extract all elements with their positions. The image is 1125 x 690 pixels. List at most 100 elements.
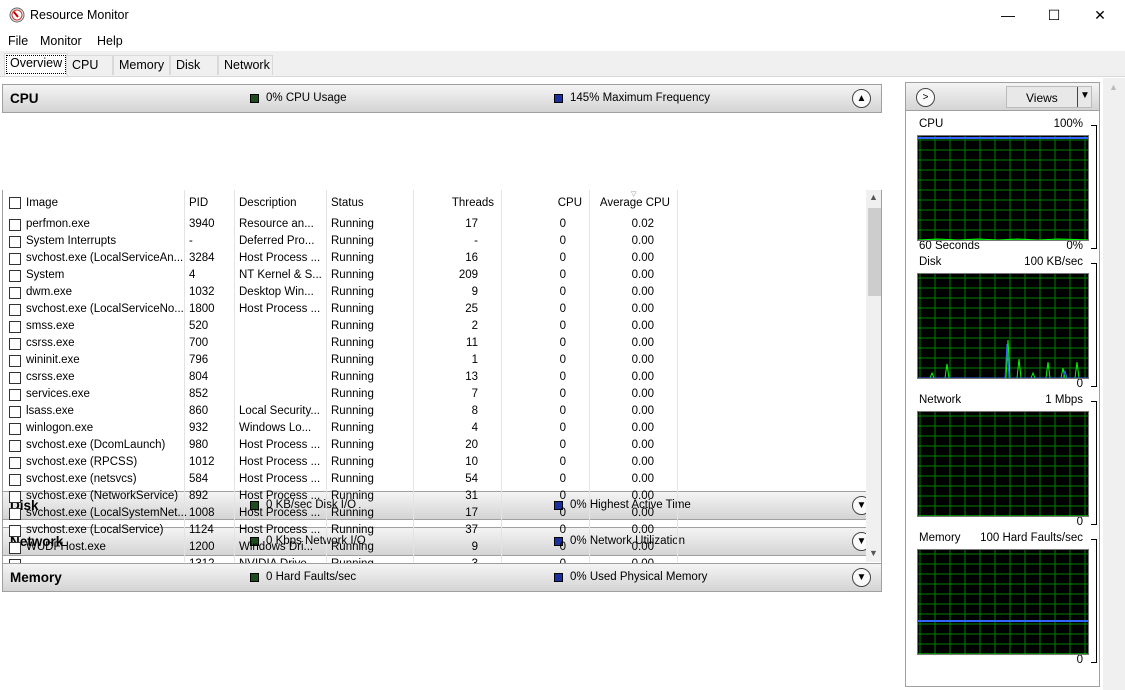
row-checkbox[interactable]	[9, 389, 21, 401]
table-row[interactable]: 1312 NVIDIA Drive... Running 3 0 0.00	[3, 557, 865, 564]
row-checkbox[interactable]	[9, 219, 21, 231]
row-checkbox[interactable]	[9, 559, 21, 563]
table-row[interactable]: svchost.exe (DcomLaunch) 980 Host Process …	[3, 438, 865, 455]
row-checkbox[interactable]	[9, 440, 21, 452]
tab-cpu[interactable]: CPU	[66, 55, 113, 75]
column-header-image[interactable]: Image	[26, 197, 58, 209]
row-checkbox[interactable]	[9, 474, 21, 486]
cell-image: lsass.exe	[26, 405, 74, 417]
cell-description: Host Process ...	[239, 456, 321, 468]
row-checkbox[interactable]	[9, 406, 21, 418]
expand-icon[interactable]: ▼	[852, 568, 871, 587]
table-row[interactable]: System 4 NT Kernel & S... Running 209 0 0.00	[3, 268, 865, 285]
row-checkbox[interactable]	[9, 338, 21, 350]
pane-scrollbar[interactable]: ▲	[1103, 78, 1125, 690]
cpu-section-header[interactable]: CPU 0% CPU Usage 145% Maximum Frequency …	[2, 84, 882, 113]
row-checkbox[interactable]	[9, 304, 21, 316]
table-row[interactable]: WUDFHost.exe 1200 Windows Dri... Running 9 0 0…	[3, 540, 865, 557]
table-scrollbar[interactable]: ▲ ▼	[866, 190, 881, 562]
cell-threads: 209	[458, 269, 478, 281]
table-row[interactable]: winlogon.exe 932 Windows Lo... Running 4 0 0.0…	[3, 421, 865, 438]
table-row[interactable]: perfmon.exe 3940 Resource an... Running 17 0 0…	[3, 217, 865, 234]
column-header-status[interactable]: Status	[331, 197, 364, 209]
table-row[interactable]: svchost.exe (LocalServiceNo... 1800 Host P…	[3, 302, 865, 319]
column-header-threads[interactable]: Threads	[452, 197, 494, 209]
cell-cpu: 0	[559, 218, 566, 230]
row-checkbox[interactable]	[9, 457, 21, 469]
collapse-icon[interactable]: ▲	[852, 89, 871, 108]
expand-pane-icon[interactable]: >	[916, 88, 935, 107]
row-checkbox[interactable]	[9, 508, 21, 520]
row-checkbox[interactable]	[9, 236, 21, 248]
menu-help[interactable]: Help	[97, 34, 123, 48]
table-row[interactable]: svchost.exe (LocalServiceAn... 3284 Host P…	[3, 251, 865, 268]
cell-image: services.exe	[26, 388, 90, 400]
table-row[interactable]: System Interrupts - Deferred Pro... Running…	[3, 234, 865, 251]
tab-disk[interactable]: Disk	[170, 55, 218, 75]
cell-description: Host Process ...	[239, 524, 321, 536]
cell-threads: 54	[465, 473, 478, 485]
cell-threads: 8	[471, 405, 478, 417]
memory-graph	[917, 549, 1089, 655]
cpu-graph-max: 100%	[1053, 118, 1083, 130]
cell-cpu: 0	[559, 456, 566, 468]
dropdown-arrow-icon[interactable]: ▼	[1080, 90, 1090, 101]
table-row[interactable]: lsass.exe 860 Local Security... Running 8 0 0.…	[3, 404, 865, 421]
row-checkbox[interactable]	[9, 372, 21, 384]
row-checkbox[interactable]	[9, 253, 21, 265]
cell-image: System Interrupts	[26, 235, 117, 247]
scrollbar-thumb[interactable]	[868, 208, 881, 296]
table-row[interactable]: wininit.exe 796 Running 1 0 0.00	[3, 353, 865, 370]
tab-memory[interactable]: Memory	[113, 55, 170, 75]
row-checkbox[interactable]	[9, 287, 21, 299]
minimize-button[interactable]: —	[985, 0, 1031, 31]
table-row[interactable]: dwm.exe 1032 Desktop Win... Running 9 0 0.00	[3, 285, 865, 302]
table-row[interactable]: services.exe 852 Running 7 0 0.00	[3, 387, 865, 404]
memory-section-title: Memory	[10, 570, 62, 585]
cell-status: Running	[331, 558, 374, 564]
table-row[interactable]: svchost.exe (LocalService) 1124 Host Proce…	[3, 523, 865, 540]
menu-monitor[interactable]: Monitor	[40, 34, 82, 48]
table-row[interactable]: svchost.exe (RPCSS) 1012 Host Process ... R…	[3, 455, 865, 472]
row-checkbox[interactable]	[9, 491, 21, 503]
maximize-button[interactable]: ☐	[1031, 0, 1077, 31]
row-checkbox[interactable]	[9, 355, 21, 367]
table-row[interactable]: csrss.exe 700 Running 11 0 0.00	[3, 336, 865, 353]
close-button[interactable]: ✕	[1077, 0, 1123, 31]
column-header-average-cpu[interactable]: Average CPU	[600, 197, 670, 209]
network-graph-max: 1 Mbps	[1045, 394, 1083, 406]
table-row[interactable]: svchost.exe (NetworkService) 892 Host Proc…	[3, 489, 865, 506]
menu-file[interactable]: File	[8, 34, 28, 48]
cell-average-cpu: 0.00	[631, 354, 654, 366]
column-header-pid[interactable]: PID	[189, 197, 208, 209]
cell-image: svchost.exe (NetworkService)	[26, 490, 179, 502]
table-row[interactable]: svchost.exe (LocalSystemNet... 1008 Host P…	[3, 506, 865, 523]
cell-status: Running	[331, 320, 374, 332]
legend-swatch	[250, 573, 259, 582]
column-header-description[interactable]: Description	[239, 197, 297, 209]
cell-pid: 796	[189, 354, 209, 366]
network-graph-min: 0	[1076, 516, 1083, 528]
memory-graph-label: Memory	[919, 532, 961, 544]
table-row[interactable]: csrss.exe 804 Running 13 0 0.00	[3, 370, 865, 387]
views-button[interactable]: Views ▼	[1006, 86, 1092, 108]
memory-section-header[interactable]: Memory 0 Hard Faults/sec 0% Used Physica…	[2, 563, 882, 592]
row-checkbox[interactable]	[9, 542, 21, 554]
table-row[interactable]: svchost.exe (netsvcs) 584 Host Process ...…	[3, 472, 865, 489]
row-checkbox[interactable]	[9, 270, 21, 282]
table-row[interactable]: smss.exe 520 Running 2 0 0.00	[3, 319, 865, 336]
scroll-down-icon[interactable]: ▼	[869, 548, 878, 558]
row-checkbox[interactable]	[9, 525, 21, 537]
cell-description: Host Process ...	[239, 439, 321, 451]
row-checkbox[interactable]	[9, 423, 21, 435]
column-header-cpu[interactable]: CPU	[558, 197, 582, 209]
select-all-checkbox[interactable]	[9, 197, 21, 209]
row-checkbox[interactable]	[9, 321, 21, 333]
scroll-up-icon[interactable]: ▲	[1109, 82, 1118, 92]
tab-network[interactable]: Network	[218, 55, 273, 75]
cell-pid: 584	[189, 473, 209, 485]
cell-average-cpu: 0.00	[631, 541, 654, 553]
cell-pid: 892	[189, 490, 209, 502]
scroll-up-icon[interactable]: ▲	[869, 192, 878, 202]
tab-overview[interactable]: Overview	[4, 53, 69, 76]
